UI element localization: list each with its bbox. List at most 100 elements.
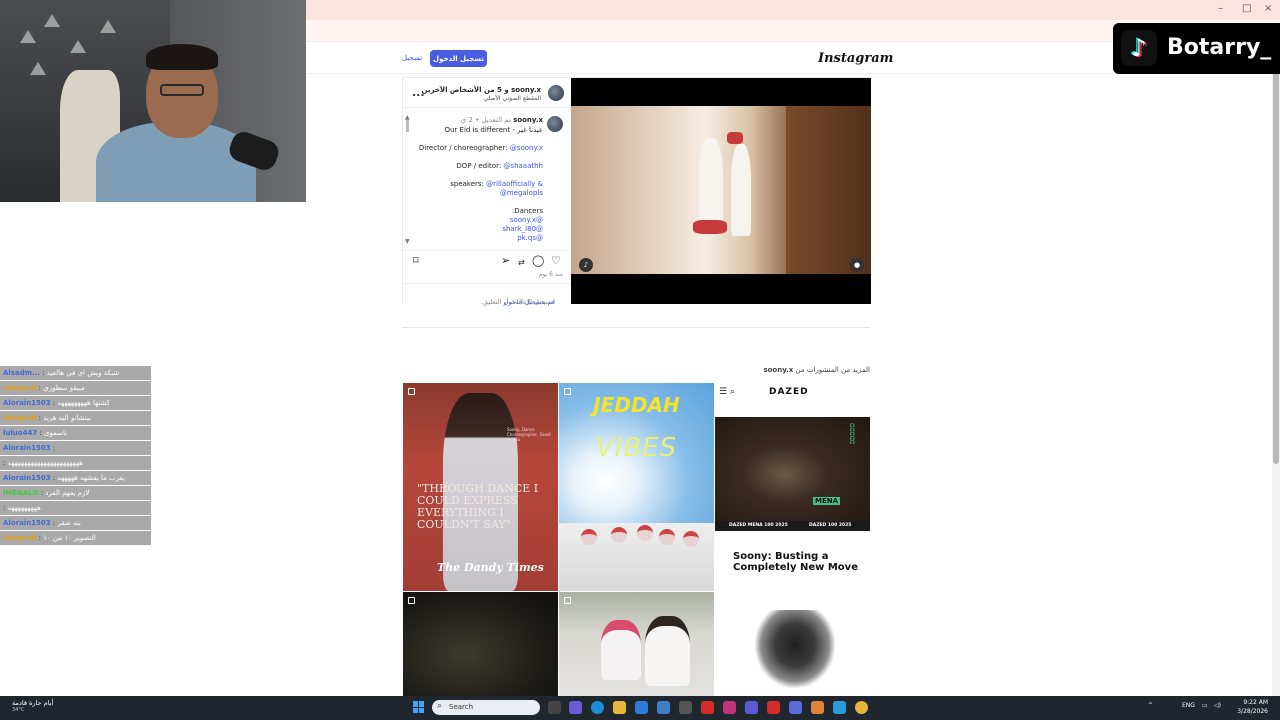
caption-line: @megalopls — [500, 189, 543, 197]
chat-message: Alorain1503 : كشتها هههههههههه — [0, 396, 151, 410]
login-button[interactable]: تسجيل الدخول — [430, 50, 487, 67]
language-indicator[interactable]: ENG — [1182, 702, 1195, 709]
tray-overflow-icon[interactable]: ^ — [1148, 702, 1153, 709]
dazed-logo: DAZED — [769, 387, 809, 397]
store-icon[interactable] — [635, 701, 648, 714]
chat-username: iMEGALO — [3, 489, 39, 497]
user-tag-icon[interactable]: ● — [850, 258, 864, 272]
grid-post-tile[interactable]: Soony, Dance Choreographer, Saudi Arabia… — [403, 383, 558, 591]
mention-link[interactable]: @megalopls — [500, 189, 543, 197]
chat-username: Alorain1503 — [3, 519, 51, 527]
search-icon: ⌕ — [437, 701, 443, 711]
mention-link[interactable]: @soony.x — [510, 144, 543, 152]
edge-icon[interactable] — [591, 701, 604, 714]
tile-arabic-text: ⵛⵛⵛⵛⵛ — [848, 423, 855, 444]
tile-photo — [715, 417, 870, 521]
grid-post-tile[interactable] — [559, 592, 714, 696]
volume-icon[interactable]: ◁) — [1214, 702, 1221, 709]
caption-line: speakers: @rillaofficially & — [450, 180, 543, 188]
tile-quote: "THROUGH DANCE I COULD EXPRESS EVERYTHIN… — [417, 482, 539, 531]
share-icon[interactable]: ➢ — [501, 255, 510, 266]
discord-icon[interactable] — [789, 701, 802, 714]
post-author-title[interactable]: soony.x و 5 من الأشخاص الآخرين — [422, 86, 541, 94]
app-icon[interactable] — [657, 701, 670, 714]
file-explorer-icon[interactable] — [613, 701, 626, 714]
teams-icon[interactable] — [745, 701, 758, 714]
chrome-icon[interactable] — [855, 701, 868, 714]
weather-widget[interactable]: أيام حارة قادمة 34°C — [12, 699, 53, 713]
caption-avatar[interactable] — [547, 116, 563, 132]
taskbar: أيام حارة قادمة 34°C ⌕ Search ^ ENG ▭ ◁) … — [0, 696, 1280, 720]
video-headscarf — [727, 132, 743, 144]
chat-text: بنه صقر — [57, 519, 81, 527]
instagram-logo[interactable]: Instagram — [818, 51, 893, 66]
mention-link[interactable]: @shaaathh — [503, 162, 543, 170]
app-icon[interactable] — [569, 701, 582, 714]
author-avatar[interactable] — [548, 85, 564, 101]
signup-link[interactable]: تسجيل — [402, 54, 422, 62]
task-view-icon[interactable] — [548, 701, 561, 714]
minimize-button[interactable]: – — [1218, 3, 1223, 14]
app-icon[interactable] — [811, 701, 824, 714]
taskbar-search[interactable]: ⌕ Search — [432, 700, 540, 715]
grid-post-tile[interactable] — [715, 592, 870, 696]
app-icon[interactable] — [723, 701, 736, 714]
close-button[interactable]: × — [1264, 3, 1272, 14]
streamer-glasses — [160, 84, 204, 96]
page-scrollbar[interactable] — [1272, 42, 1280, 696]
app-icon[interactable] — [701, 701, 714, 714]
chat-overlay: Alsadm... : شبكة ويش اي في هالعيد abegosh… — [0, 366, 151, 546]
mention-link[interactable]: @rillaofficially & — [486, 180, 543, 188]
more-options-button[interactable]: ... — [412, 86, 425, 99]
network-icon[interactable]: ▭ — [1202, 702, 1208, 709]
post-actions: ⌑ ➢ ⇄ ◯ ♡ — [403, 250, 571, 270]
repost-icon[interactable]: ⇄ — [518, 257, 525, 268]
mention-link[interactable]: shark_l80@ — [502, 225, 543, 233]
chat-username: Alorain1503 — [3, 399, 51, 407]
tile-subtitle: VIBES — [595, 433, 678, 463]
post-video[interactable]: ♪ ● — [571, 78, 871, 304]
caption-meta: تم التعديل • 2 ي — [460, 116, 511, 124]
chat-message: abegosh : مبيقو سطوري — [0, 381, 151, 395]
windows-start-icon[interactable] — [413, 701, 425, 713]
tile-person — [645, 616, 690, 686]
tiktok-icon: ♪ — [1121, 30, 1157, 66]
caption-text: speakers: — [450, 180, 487, 188]
scrollbar-thumb[interactable] — [1273, 64, 1279, 464]
chat-username: abegosh — [3, 384, 37, 392]
more-posts-username[interactable]: soony.x — [763, 366, 793, 374]
clock[interactable]: 9:22 AM 3/28/2026 — [1228, 698, 1268, 716]
webcam-overlay — [0, 0, 306, 202]
chat-text: مبيقو سطوري — [43, 384, 85, 392]
post-date[interactable]: منذ 6 يوم — [539, 271, 563, 278]
save-bookmark-icon[interactable]: ⌑ — [413, 255, 419, 266]
audio-label[interactable]: المقطع الصوتي الأصلي — [483, 95, 541, 102]
mention-link[interactable]: pk.qs@ — [517, 234, 543, 242]
mute-icon[interactable]: ♪ — [579, 258, 593, 272]
grid-post-tile[interactable] — [403, 592, 558, 696]
wall-decor — [30, 62, 46, 75]
chat-message: Alorain1503 : بنه صقر — [0, 516, 151, 530]
restore-button[interactable]: □ — [1242, 3, 1251, 14]
chat-message: iMEGALO : لازم يفهم القرد — [0, 486, 151, 500]
caption-username[interactable]: soony.x — [513, 116, 543, 124]
chat-text: كشتها هههههههههه — [57, 399, 111, 407]
caption-scrollbar-thumb[interactable] — [406, 120, 409, 132]
chat-text: شبكة ويش اي في هالعيد — [46, 369, 120, 377]
grid-post-tile[interactable]: JEDDAH VIBES — [559, 383, 714, 591]
app-icon[interactable] — [833, 701, 846, 714]
grid-post-tile[interactable]: ☰ ⌕ DAZED ⵛⵛⵛⵛⵛ MENA DAZED MENA 100 2025… — [715, 383, 870, 591]
app-icon[interactable] — [767, 701, 780, 714]
chat-text: بيتشانو اليه هريد — [43, 414, 91, 422]
tile-group-photo — [559, 523, 714, 591]
scroll-down-arrow-icon[interactable]: ▼ — [405, 238, 410, 245]
comment-icon[interactable]: ◯ — [532, 255, 544, 266]
tile-person — [601, 620, 641, 680]
more-posts-grid: Soony, Dance Choreographer, Saudi Arabia… — [403, 383, 870, 696]
caption-line: Our Eid is different - عيدنا غير — [444, 126, 543, 134]
like-heart-icon[interactable]: ♡ — [551, 255, 561, 266]
chat-username: Alsadm... — [3, 369, 40, 377]
mention-link[interactable]: soony.x@ — [510, 216, 543, 224]
app-icon[interactable] — [679, 701, 692, 714]
chat-message: luluo447 : ناسموى — [0, 426, 151, 440]
